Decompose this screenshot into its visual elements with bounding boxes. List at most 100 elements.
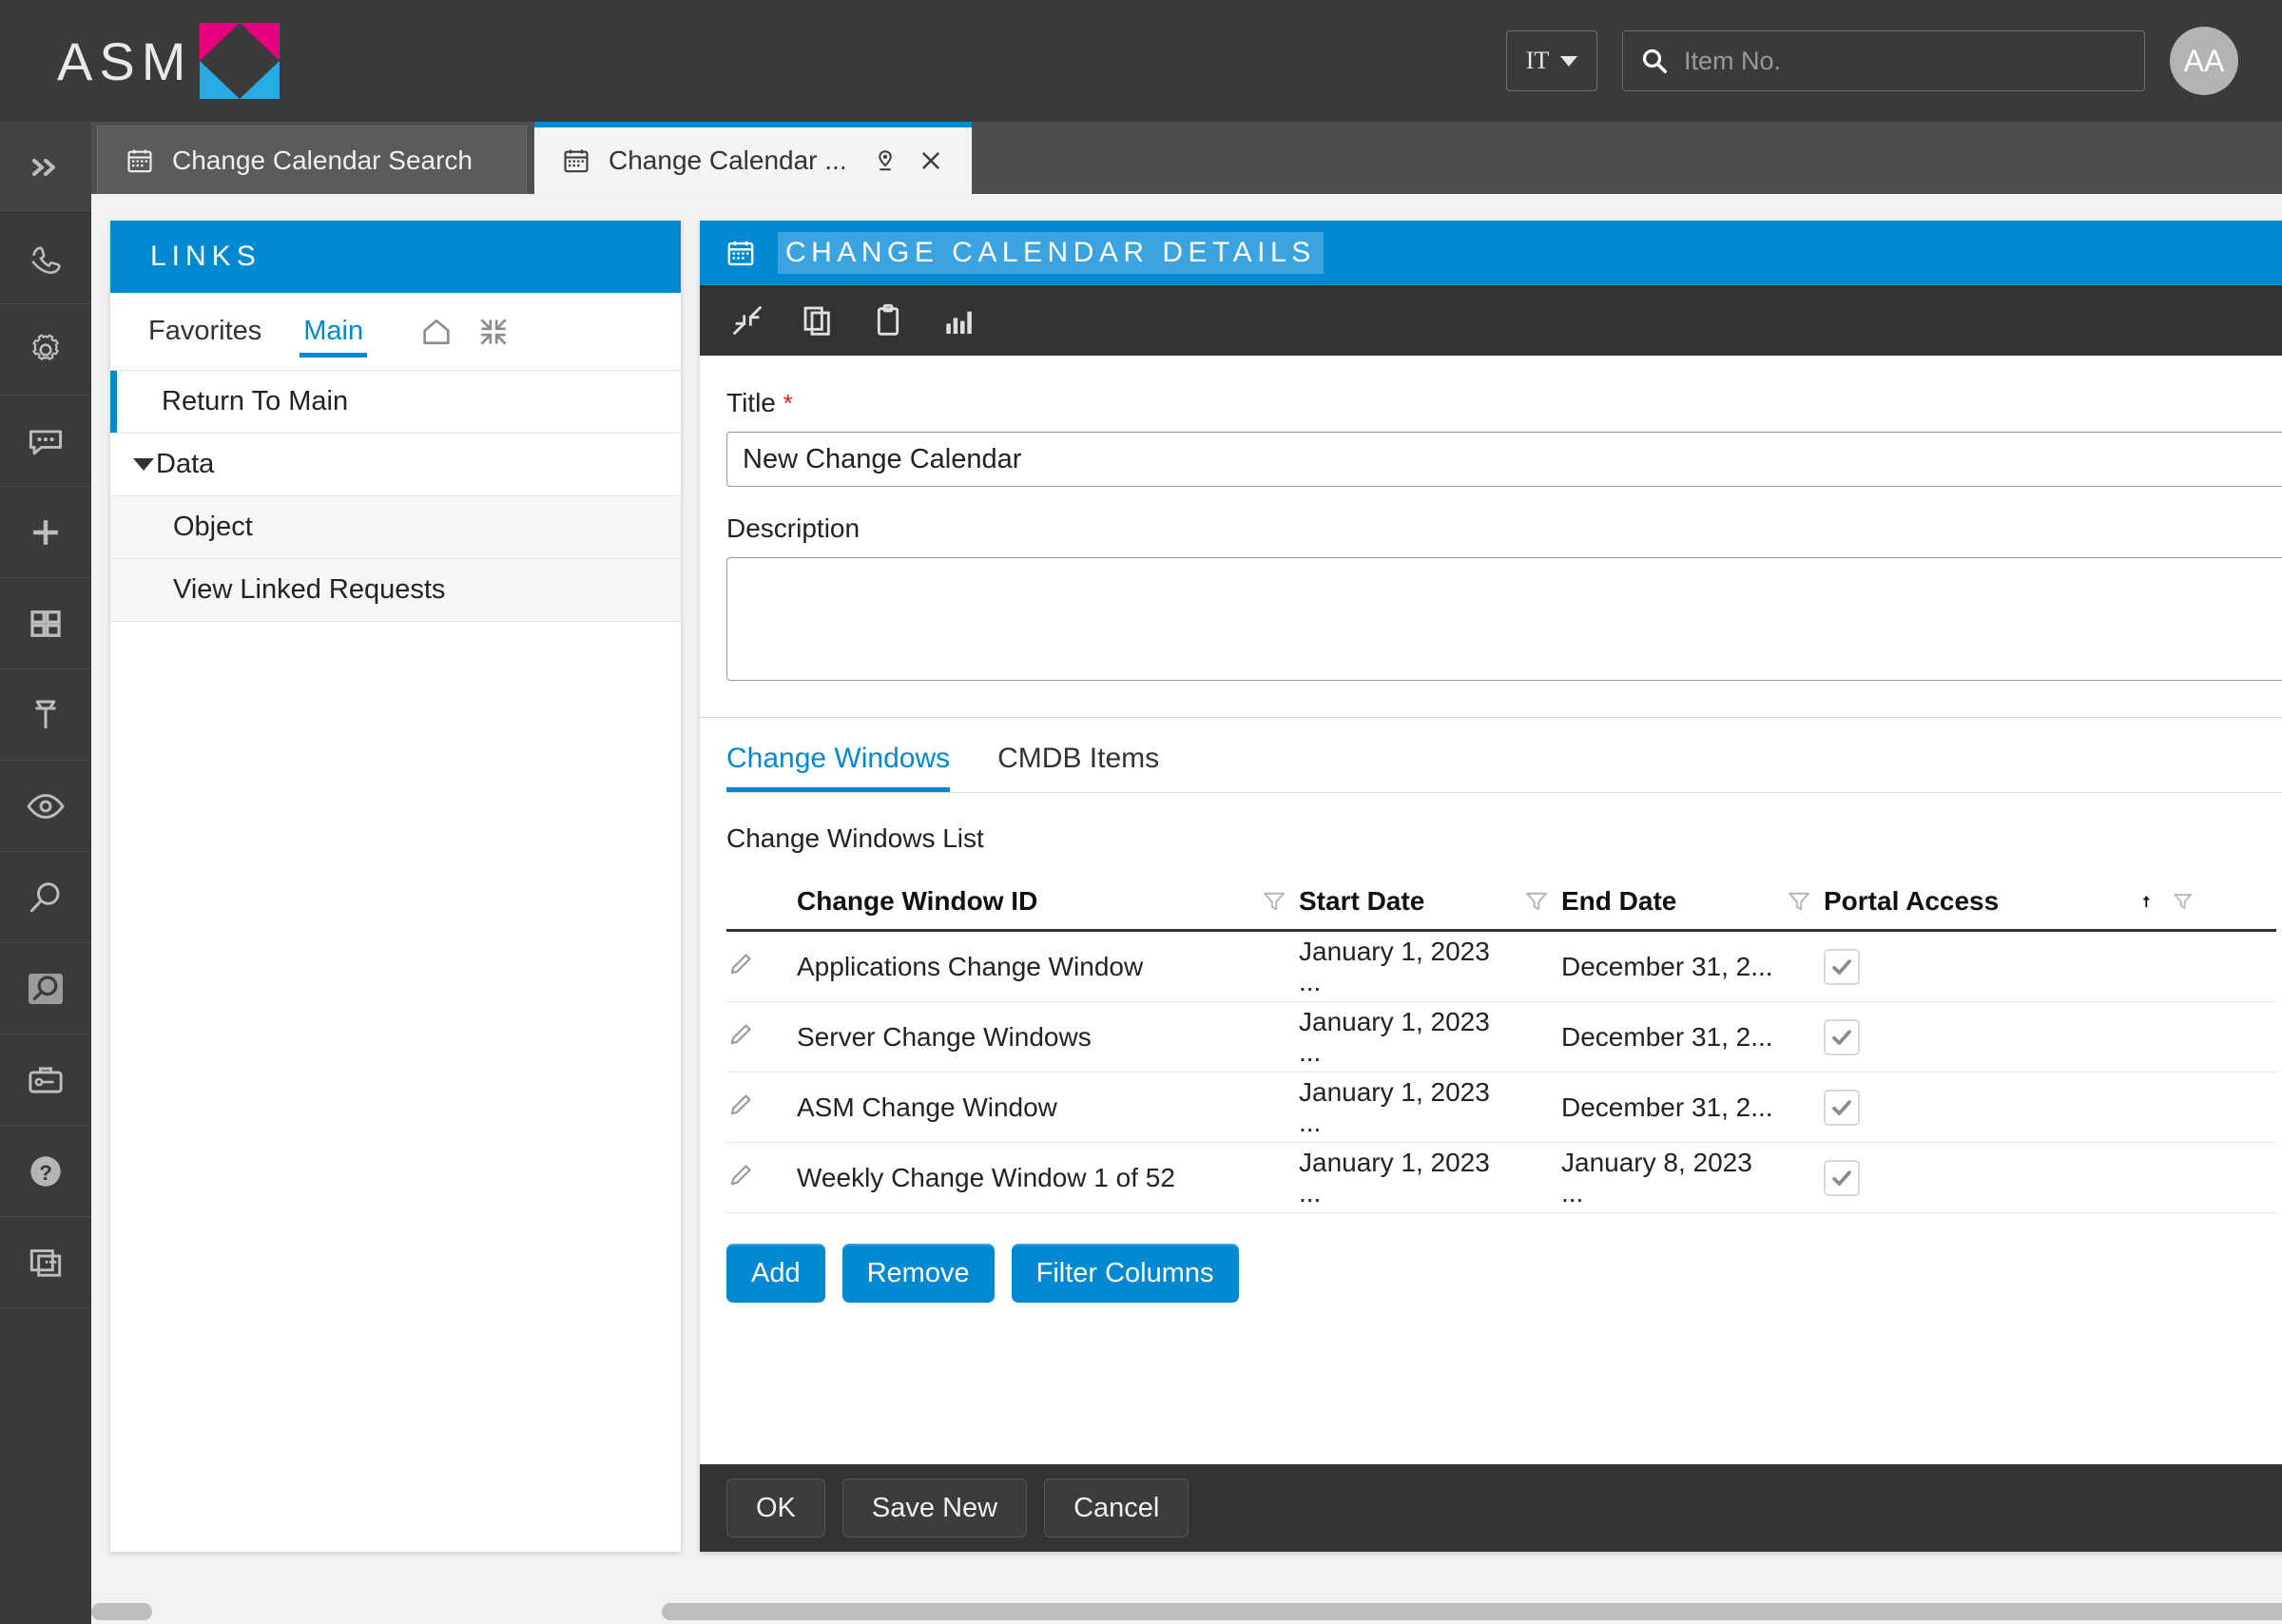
- row-edit-button[interactable]: [726, 948, 797, 985]
- description-input[interactable]: [726, 557, 2282, 681]
- cell-change-window-id: ASM Change Window: [797, 1092, 1057, 1122]
- ok-button[interactable]: OK: [726, 1479, 825, 1537]
- row-edit-button[interactable]: [726, 1159, 797, 1196]
- calendar-icon: [127, 149, 152, 172]
- rail-search[interactable]: [0, 852, 91, 943]
- col-header-portal-access[interactable]: Portal Access: [1824, 886, 2137, 917]
- location-pin-icon[interactable]: [871, 146, 899, 175]
- table-action-buttons: Add Remove Filter Columns: [726, 1244, 2282, 1303]
- filter-icon[interactable]: [1512, 887, 1561, 916]
- filter-icon[interactable]: [1249, 887, 1299, 916]
- phone-icon: [31, 245, 61, 274]
- calendar-icon: [727, 241, 754, 266]
- global-search-field[interactable]: Item No.: [1622, 30, 2145, 91]
- copy-icon[interactable]: [799, 301, 837, 339]
- tab-cmdb-items[interactable]: CMDB Items: [997, 743, 1159, 792]
- cell-end-date: December 31, 2...: [1561, 1021, 1773, 1052]
- svg-text:?: ?: [39, 1160, 52, 1184]
- tab-change-windows[interactable]: Change Windows: [726, 743, 951, 792]
- horizontal-scrollbar[interactable]: [91, 1597, 2282, 1624]
- row-edit-button[interactable]: [726, 1089, 797, 1126]
- col-header-end-date[interactable]: End Date: [1561, 886, 1774, 917]
- rail-watch[interactable]: [0, 761, 91, 852]
- col-header-change-window-id[interactable]: Change Window ID: [797, 886, 1249, 917]
- link-label: View Linked Requests: [173, 574, 446, 605]
- scrollbar-left-nub[interactable]: [91, 1603, 152, 1620]
- sort-asc-icon[interactable]: [2137, 887, 2156, 916]
- rail-new[interactable]: [0, 487, 91, 578]
- page-title: CHANGE CALENDAR DETAILS: [778, 232, 1324, 274]
- title-input[interactable]: New Change Calendar: [726, 432, 2282, 487]
- cancel-button[interactable]: Cancel: [1044, 1479, 1189, 1537]
- pencil-icon: [730, 1094, 751, 1115]
- pencil-icon: [730, 1024, 751, 1045]
- table-row[interactable]: Weekly Change Window 1 of 52 January 1, …: [726, 1143, 2276, 1213]
- table-row[interactable]: Applications Change Window January 1, 20…: [726, 932, 2276, 1002]
- portal-access-checkbox[interactable]: [1824, 1159, 1860, 1196]
- remove-button[interactable]: Remove: [841, 1244, 995, 1303]
- cell-portal-access: [1824, 1018, 2137, 1055]
- gear-icon: [32, 333, 60, 360]
- tab-main-label: Main: [303, 316, 364, 346]
- home-icon[interactable]: [418, 314, 454, 350]
- detail-panel-header: CHANGE CALENDAR DETAILS: [700, 221, 2282, 285]
- rail-help[interactable]: ?: [0, 1126, 91, 1217]
- link-label: Data: [156, 449, 215, 479]
- link-item-object[interactable]: Object: [110, 496, 681, 559]
- portal-access-checkbox[interactable]: [1824, 1018, 1860, 1055]
- link-label: Object: [173, 512, 253, 542]
- content-tabs: Change Windows CMDB Items: [726, 718, 2282, 793]
- chevron-down-icon: [133, 458, 154, 471]
- description-field-label: Description: [726, 513, 861, 543]
- rail-dashboard[interactable]: [0, 578, 91, 669]
- cell-start-date: January 1, 2023 ...: [1299, 1006, 1490, 1067]
- col-header-start-date[interactable]: Start Date: [1299, 886, 1512, 917]
- row-edit-button[interactable]: [726, 1018, 797, 1055]
- filter-icon[interactable]: [1774, 887, 1824, 916]
- chart-icon[interactable]: [939, 301, 977, 339]
- clipboard-icon[interactable]: [869, 301, 907, 339]
- expand-chevrons-icon: [32, 158, 55, 176]
- portal-access-checkbox[interactable]: [1824, 948, 1860, 985]
- brand-logo[interactable]: ASM: [57, 0, 280, 122]
- rail-settings[interactable]: [0, 304, 91, 396]
- close-icon[interactable]: [917, 146, 945, 175]
- detail-form: Title * New Change Calendar Description …: [700, 356, 2282, 1303]
- save-new-button[interactable]: Save New: [841, 1479, 1028, 1537]
- rail-advanced-search[interactable]: [0, 943, 91, 1034]
- rail-tools[interactable]: [0, 1034, 91, 1126]
- tab-label: Change Calendar Search: [172, 145, 473, 175]
- link-item-return-to-main[interactable]: Return To Main: [110, 371, 681, 434]
- rail-pinned[interactable]: [0, 669, 91, 761]
- tab-change-calendar-details[interactable]: Change Calendar ...: [534, 122, 972, 194]
- portal-access-checkbox[interactable]: [1824, 1089, 1860, 1126]
- collapse-icon[interactable]: [475, 314, 512, 350]
- link-group-data[interactable]: Data: [110, 434, 681, 496]
- rail-chat[interactable]: [0, 396, 91, 487]
- table-row[interactable]: ASM Change Window January 1, 2023 ... De…: [726, 1073, 2276, 1143]
- avatar[interactable]: AA: [2170, 27, 2238, 95]
- table-row[interactable]: Server Change Windows January 1, 2023 ..…: [726, 1002, 2276, 1073]
- plus-icon: [33, 519, 58, 545]
- tab-main[interactable]: Main: [300, 293, 367, 371]
- cell-start-date: January 1, 2023 ...: [1299, 1147, 1490, 1208]
- col-header-sort-controls: [2137, 887, 2195, 916]
- rail-phone[interactable]: [0, 213, 91, 304]
- add-button[interactable]: Add: [726, 1244, 825, 1303]
- header-actions: IT Item No. AA: [1506, 27, 2238, 95]
- collapse-arrows-icon[interactable]: [728, 301, 766, 339]
- tab-favorites[interactable]: Favorites: [148, 293, 261, 371]
- rail-windows[interactable]: [0, 1217, 91, 1308]
- tab-change-calendar-search[interactable]: Change Calendar Search: [97, 126, 527, 194]
- check-icon: [1832, 1099, 1851, 1115]
- cell-end-date: January 8, 2023 ...: [1561, 1147, 1752, 1208]
- link-item-view-linked-requests[interactable]: View Linked Requests: [110, 559, 681, 622]
- scrollbar-thumb[interactable]: [662, 1603, 2282, 1620]
- filter-columns-button[interactable]: Filter Columns: [1011, 1244, 1239, 1303]
- filter-icon[interactable]: [2171, 887, 2195, 916]
- department-select[interactable]: IT: [1506, 30, 1597, 91]
- change-calendar-details-panel: CHANGE CALENDAR DETAILS Title * New Chan…: [700, 221, 2282, 1552]
- cell-portal-access: [1824, 948, 2137, 985]
- rail-expand-chevrons[interactable]: [0, 122, 91, 213]
- windows-icon: [29, 1248, 62, 1277]
